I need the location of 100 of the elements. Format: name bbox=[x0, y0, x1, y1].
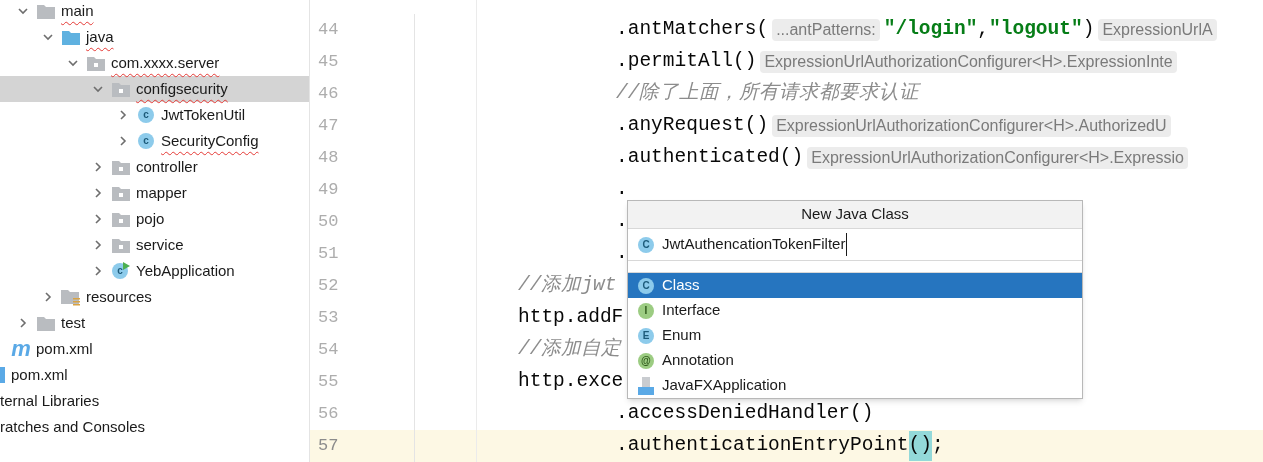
chevron-down-icon[interactable] bbox=[42, 31, 54, 43]
code-text: . bbox=[616, 177, 628, 203]
tree-item-label: service bbox=[136, 234, 184, 255]
package-icon bbox=[112, 81, 130, 97]
tree-item-label: resources bbox=[86, 286, 152, 307]
tree-item-label: configsecurity bbox=[136, 78, 228, 99]
code-comment: //添加自定 bbox=[518, 336, 622, 363]
tree-item-label: test bbox=[61, 312, 86, 333]
tree-row[interactable]: c YebApplication bbox=[0, 258, 309, 284]
tree-row[interactable]: m pom.xml bbox=[0, 336, 309, 362]
code-text: . bbox=[616, 209, 628, 235]
tree-row[interactable]: configsecurity bbox=[0, 76, 309, 102]
class-icon: c bbox=[138, 133, 154, 149]
matched-bracket: ( bbox=[908, 431, 921, 461]
class-kind-option[interactable]: E Enum bbox=[628, 323, 1082, 348]
chevron-right-icon[interactable] bbox=[92, 213, 104, 225]
dialog-title: New Java Class bbox=[628, 201, 1082, 229]
code-text: , bbox=[977, 17, 990, 43]
chevron-right-icon[interactable] bbox=[117, 135, 129, 147]
tree-item-label: pom.xml bbox=[11, 364, 68, 385]
code-text: ) bbox=[1082, 17, 1095, 43]
class-kind-option[interactable]: JavaFXApplication bbox=[628, 373, 1082, 398]
chevron-down-icon[interactable] bbox=[67, 57, 79, 69]
class-kind-option[interactable]: @ Annotation bbox=[628, 348, 1082, 373]
tree-row[interactable]: service bbox=[0, 232, 309, 258]
tree-item-label: main bbox=[61, 0, 94, 21]
chevron-right-icon[interactable] bbox=[92, 161, 104, 173]
code-text: .authenticationEntryPoint bbox=[616, 433, 909, 459]
chevron-right-icon[interactable] bbox=[42, 291, 54, 303]
code-text: .accessDeniedHandler() bbox=[616, 401, 874, 427]
interface-icon: I bbox=[638, 302, 654, 319]
chevron-right-icon[interactable] bbox=[92, 187, 104, 199]
line-number: 47 bbox=[310, 110, 415, 142]
line-number: 46 bbox=[310, 78, 415, 110]
package-icon bbox=[112, 211, 130, 227]
code-comment: //除了上面，所有请求都要求认证 bbox=[616, 81, 920, 107]
tree-row[interactable]: java bbox=[0, 24, 309, 50]
tree-row[interactable]: controller bbox=[0, 154, 309, 180]
code-text: .authenticated() bbox=[616, 145, 804, 171]
matched-bracket: ) bbox=[920, 431, 932, 461]
inlay-hint: ExpressionUrlAuthorizationConfigurer<H>.Expressio bbox=[807, 147, 1188, 169]
tree-item-label: ratches and Consoles bbox=[0, 416, 146, 437]
chevron-right-icon[interactable] bbox=[92, 239, 104, 251]
inlay-hint: ExpressionUrlA bbox=[1098, 19, 1217, 41]
application-class-icon: c bbox=[112, 262, 130, 280]
chevron-right-icon[interactable] bbox=[92, 265, 104, 277]
line-number: 52 bbox=[310, 270, 415, 302]
code-text: .antMatchers( bbox=[616, 17, 769, 43]
tree-row[interactable]: main bbox=[0, 0, 309, 24]
line-number: 45 bbox=[310, 46, 415, 78]
tree-item-label: JwtTokenUtil bbox=[161, 104, 246, 125]
line-number: 53 bbox=[310, 302, 415, 334]
class-name-field[interactable]: C JwtAuthencationTokenFilter bbox=[628, 229, 1082, 261]
code-text: ; bbox=[931, 433, 944, 459]
inlay-hint: ...antPatterns: bbox=[772, 19, 880, 41]
class-kind-option[interactable]: C Class bbox=[628, 273, 1082, 298]
line-number: 55 bbox=[310, 366, 415, 398]
code-text: . bbox=[616, 241, 628, 267]
chevron-down-icon[interactable] bbox=[92, 83, 104, 95]
tree-row[interactable]: pojo bbox=[0, 206, 309, 232]
tree-item-label: pom.xml bbox=[36, 338, 93, 359]
code-text: .anyRequest() bbox=[616, 113, 769, 139]
tree-row[interactable]: resources bbox=[0, 284, 309, 310]
tree-row[interactable]: pom.xml bbox=[0, 362, 309, 388]
tree-item-label: com.xxxx.server bbox=[111, 52, 220, 73]
package-icon bbox=[87, 55, 105, 71]
tree-item-label: SecurityConfig bbox=[161, 130, 259, 151]
resources-folder-icon bbox=[61, 288, 81, 306]
code-text: .permitAll() bbox=[616, 49, 757, 75]
class-icon: C bbox=[638, 277, 654, 294]
package-icon bbox=[112, 185, 130, 201]
tree-row[interactable]: ratches and Consoles bbox=[0, 414, 309, 440]
line-number: 54 bbox=[310, 334, 415, 366]
chevron-right-icon[interactable] bbox=[117, 109, 129, 121]
tree-item-label: YebApplication bbox=[136, 260, 235, 281]
line-number: 50 bbox=[310, 206, 415, 238]
annotation-icon: @ bbox=[638, 352, 654, 369]
tree-row[interactable]: mapper bbox=[0, 180, 309, 206]
tree-item-label: java bbox=[86, 26, 114, 47]
tree-row[interactable]: com.xxxx.server bbox=[0, 50, 309, 76]
maven-icon: m bbox=[11, 338, 31, 360]
tree-row[interactable]: c JwtTokenUtil bbox=[0, 102, 309, 128]
inlay-hint: ExpressionUrlAuthorizationConfigurer<H>.AuthorizedU bbox=[772, 115, 1171, 137]
class-icon: C bbox=[638, 236, 654, 253]
class-icon: c bbox=[138, 107, 154, 123]
chevron-right-icon[interactable] bbox=[17, 317, 29, 329]
enum-icon: E bbox=[638, 327, 654, 344]
class-kind-option[interactable]: I Interface bbox=[628, 298, 1082, 323]
line-number: 57 bbox=[310, 430, 415, 462]
tree-row[interactable]: ternal Libraries bbox=[0, 388, 309, 414]
folder-icon bbox=[37, 3, 55, 19]
tree-row[interactable]: c SecurityConfig bbox=[0, 128, 309, 154]
tree-item-label: mapper bbox=[136, 182, 187, 203]
chevron-down-icon[interactable] bbox=[17, 5, 29, 17]
code-text: http.addF bbox=[518, 305, 624, 331]
package-icon bbox=[112, 237, 130, 253]
package-icon bbox=[112, 159, 130, 175]
tree-row[interactable]: test bbox=[0, 310, 309, 336]
javafx-file-icon bbox=[638, 376, 654, 395]
code-comment: //添加jwt bbox=[518, 273, 617, 299]
